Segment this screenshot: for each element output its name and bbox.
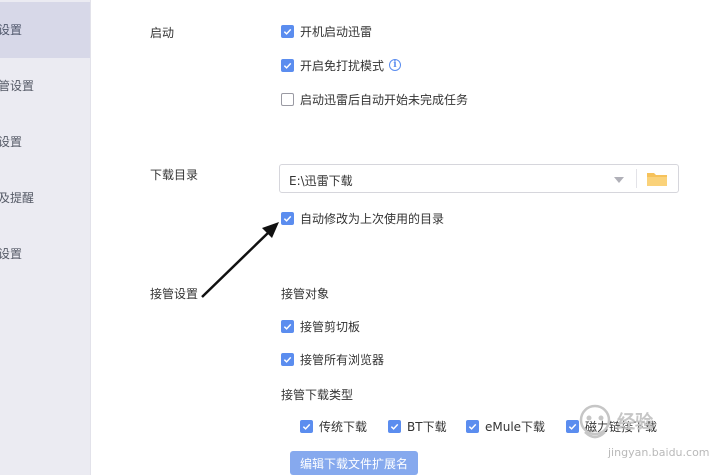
option-label: 接管剪切板	[300, 319, 361, 334]
checkbox-checked-icon[interactable]	[281, 352, 294, 366]
download-dir-section-label: 下载目录	[150, 168, 199, 182]
takeover-browsers-option[interactable]: 接管所有浏览器	[281, 350, 384, 368]
takeover-type-label: 接管下载类型	[281, 388, 354, 402]
checkbox-checked-icon[interactable]	[281, 58, 294, 72]
type-bt-option[interactable]: BT下载	[388, 418, 447, 435]
option-label: 传统下载	[319, 420, 368, 434]
svg-text:经验: 经验	[617, 411, 654, 433]
takeover-clipboard-option[interactable]: 接管剪切板	[281, 317, 360, 335]
checkbox-checked-icon[interactable]	[388, 420, 401, 433]
sidebar-item-takeover-settings[interactable]: 管设置	[0, 58, 90, 114]
checkbox-checked-icon[interactable]	[281, 24, 294, 38]
startup-auto-resume-option[interactable]: 启动迅雷后自动开始未完成任务	[281, 90, 468, 108]
chevron-down-icon[interactable]	[614, 177, 624, 183]
option-label: 自动修改为上次使用的目录	[300, 211, 445, 226]
divider	[636, 169, 637, 188]
checkbox-checked-icon[interactable]	[281, 319, 294, 333]
folder-icon[interactable]	[644, 170, 670, 188]
edit-extensions-button[interactable]: 编辑下载文件扩展名	[290, 451, 418, 475]
auto-modify-dir-option[interactable]: 自动修改为上次使用的目录	[281, 209, 444, 227]
download-dir-value: E:\迅雷下载	[289, 174, 353, 188]
checkbox-checked-icon[interactable]	[300, 420, 313, 433]
type-traditional-option[interactable]: 传统下载	[300, 418, 367, 435]
type-emule-option[interactable]: eMule下载	[466, 418, 545, 435]
option-label: BT下载	[407, 420, 447, 434]
info-icon[interactable]: i	[389, 59, 402, 71]
download-dir-select[interactable]: E:\迅雷下载	[279, 164, 679, 193]
sidebar-item-settings-5[interactable]: 设置	[0, 226, 90, 282]
startup-section-label: 启动	[150, 26, 175, 40]
startup-do-not-disturb-option[interactable]: 开启免打扰模式 i	[281, 56, 402, 74]
startup-autostart-option[interactable]: 开机启动迅雷	[281, 22, 372, 40]
option-label: eMule下载	[485, 420, 546, 434]
option-label: 开机启动迅雷	[300, 24, 373, 39]
checkbox-checked-icon[interactable]	[281, 211, 294, 225]
watermark-text: jingyan.baidu.com	[608, 446, 709, 459]
takeover-target-label: 接管对象	[281, 287, 330, 301]
takeover-section-label: 接管设置	[150, 287, 199, 301]
sidebar: 设置 管设置 设置 及提醒 设置	[0, 0, 91, 475]
sidebar-item-basic-settings[interactable]: 设置	[0, 2, 90, 58]
option-label: 开启免打扰模式	[300, 58, 385, 73]
sidebar-item-reminders[interactable]: 及提醒	[0, 170, 90, 226]
sidebar-item-settings-3[interactable]: 设置	[0, 114, 90, 170]
option-label: 接管所有浏览器	[300, 352, 385, 367]
checkbox-unchecked-icon[interactable]	[281, 92, 294, 106]
checkbox-checked-icon[interactable]	[466, 420, 479, 433]
option-label: 启动迅雷后自动开始未完成任务	[300, 92, 469, 107]
